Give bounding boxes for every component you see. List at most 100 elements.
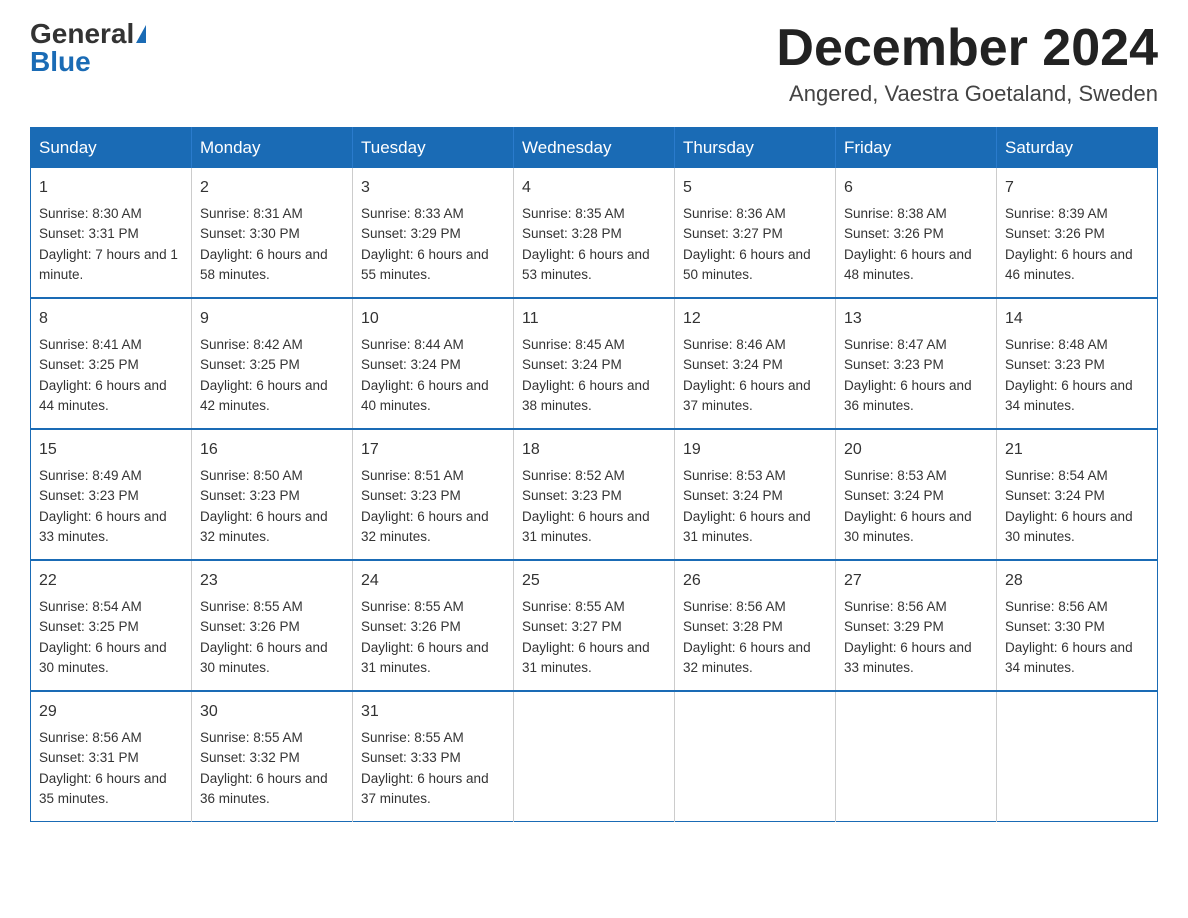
daylight-text: Daylight: 6 hours and 33 minutes. [844, 640, 972, 675]
sunset-text: Sunset: 3:28 PM [683, 619, 783, 634]
header-wednesday: Wednesday [514, 128, 675, 169]
sunset-text: Sunset: 3:23 PM [1005, 357, 1105, 372]
daylight-text: Daylight: 6 hours and 31 minutes. [522, 640, 650, 675]
title-block: December 2024 Angered, Vaestra Goetaland… [776, 20, 1158, 107]
sunset-text: Sunset: 3:26 PM [361, 619, 461, 634]
sunset-text: Sunset: 3:24 PM [361, 357, 461, 372]
sunset-text: Sunset: 3:25 PM [200, 357, 300, 372]
sunrise-text: Sunrise: 8:31 AM [200, 206, 303, 221]
week-row-5: 29 Sunrise: 8:56 AM Sunset: 3:31 PM Dayl… [31, 691, 1158, 822]
sunset-text: Sunset: 3:26 PM [1005, 226, 1105, 241]
daylight-text: Daylight: 6 hours and 38 minutes. [522, 378, 650, 413]
day-number: 7 [1005, 176, 1149, 200]
day-number: 13 [844, 307, 988, 331]
weekday-header-row: Sunday Monday Tuesday Wednesday Thursday… [31, 128, 1158, 169]
sunset-text: Sunset: 3:28 PM [522, 226, 622, 241]
day-number: 2 [200, 176, 344, 200]
daylight-text: Daylight: 6 hours and 35 minutes. [39, 771, 167, 806]
week-row-3: 15 Sunrise: 8:49 AM Sunset: 3:23 PM Dayl… [31, 429, 1158, 560]
day-number: 3 [361, 176, 505, 200]
day-number: 14 [1005, 307, 1149, 331]
daylight-text: Daylight: 6 hours and 31 minutes. [683, 509, 811, 544]
calendar-cell [675, 691, 836, 822]
daylight-text: Daylight: 6 hours and 32 minutes. [200, 509, 328, 544]
daylight-text: Daylight: 6 hours and 44 minutes. [39, 378, 167, 413]
daylight-text: Daylight: 6 hours and 37 minutes. [361, 771, 489, 806]
daylight-text: Daylight: 6 hours and 34 minutes. [1005, 640, 1133, 675]
daylight-text: Daylight: 6 hours and 53 minutes. [522, 247, 650, 282]
calendar-table: Sunday Monday Tuesday Wednesday Thursday… [30, 127, 1158, 822]
daylight-text: Daylight: 6 hours and 31 minutes. [361, 640, 489, 675]
day-number: 9 [200, 307, 344, 331]
sunrise-text: Sunrise: 8:54 AM [39, 599, 142, 614]
daylight-text: Daylight: 6 hours and 50 minutes. [683, 247, 811, 282]
sunset-text: Sunset: 3:23 PM [522, 488, 622, 503]
day-number: 6 [844, 176, 988, 200]
header-tuesday: Tuesday [353, 128, 514, 169]
calendar-cell: 4 Sunrise: 8:35 AM Sunset: 3:28 PM Dayli… [514, 168, 675, 298]
calendar-cell: 14 Sunrise: 8:48 AM Sunset: 3:23 PM Dayl… [997, 298, 1158, 429]
sunrise-text: Sunrise: 8:53 AM [683, 468, 786, 483]
sunset-text: Sunset: 3:29 PM [844, 619, 944, 634]
sunrise-text: Sunrise: 8:49 AM [39, 468, 142, 483]
sunrise-text: Sunrise: 8:51 AM [361, 468, 464, 483]
sunset-text: Sunset: 3:23 PM [200, 488, 300, 503]
daylight-text: Daylight: 6 hours and 30 minutes. [844, 509, 972, 544]
day-number: 20 [844, 438, 988, 462]
day-number: 28 [1005, 569, 1149, 593]
daylight-text: Daylight: 6 hours and 58 minutes. [200, 247, 328, 282]
day-number: 11 [522, 307, 666, 331]
sunrise-text: Sunrise: 8:48 AM [1005, 337, 1108, 352]
daylight-text: Daylight: 6 hours and 32 minutes. [361, 509, 489, 544]
daylight-text: Daylight: 6 hours and 30 minutes. [1005, 509, 1133, 544]
sunset-text: Sunset: 3:30 PM [1005, 619, 1105, 634]
week-row-1: 1 Sunrise: 8:30 AM Sunset: 3:31 PM Dayli… [31, 168, 1158, 298]
calendar-cell [514, 691, 675, 822]
calendar-cell: 2 Sunrise: 8:31 AM Sunset: 3:30 PM Dayli… [192, 168, 353, 298]
day-number: 18 [522, 438, 666, 462]
calendar-cell: 3 Sunrise: 8:33 AM Sunset: 3:29 PM Dayli… [353, 168, 514, 298]
calendar-cell: 18 Sunrise: 8:52 AM Sunset: 3:23 PM Dayl… [514, 429, 675, 560]
day-number: 17 [361, 438, 505, 462]
sunset-text: Sunset: 3:31 PM [39, 750, 139, 765]
calendar-cell: 19 Sunrise: 8:53 AM Sunset: 3:24 PM Dayl… [675, 429, 836, 560]
calendar-cell: 22 Sunrise: 8:54 AM Sunset: 3:25 PM Dayl… [31, 560, 192, 691]
calendar-cell: 12 Sunrise: 8:46 AM Sunset: 3:24 PM Dayl… [675, 298, 836, 429]
logo-general-text: General [30, 20, 134, 48]
header-thursday: Thursday [675, 128, 836, 169]
sunrise-text: Sunrise: 8:45 AM [522, 337, 625, 352]
sunrise-text: Sunrise: 8:55 AM [200, 599, 303, 614]
sunrise-text: Sunrise: 8:33 AM [361, 206, 464, 221]
calendar-cell: 25 Sunrise: 8:55 AM Sunset: 3:27 PM Dayl… [514, 560, 675, 691]
calendar-cell: 27 Sunrise: 8:56 AM Sunset: 3:29 PM Dayl… [836, 560, 997, 691]
sunset-text: Sunset: 3:23 PM [844, 357, 944, 372]
calendar-cell: 31 Sunrise: 8:55 AM Sunset: 3:33 PM Dayl… [353, 691, 514, 822]
sunset-text: Sunset: 3:24 PM [844, 488, 944, 503]
calendar-cell: 23 Sunrise: 8:55 AM Sunset: 3:26 PM Dayl… [192, 560, 353, 691]
day-number: 12 [683, 307, 827, 331]
header-monday: Monday [192, 128, 353, 169]
week-row-2: 8 Sunrise: 8:41 AM Sunset: 3:25 PM Dayli… [31, 298, 1158, 429]
calendar-cell: 17 Sunrise: 8:51 AM Sunset: 3:23 PM Dayl… [353, 429, 514, 560]
sunset-text: Sunset: 3:23 PM [39, 488, 139, 503]
calendar-cell: 9 Sunrise: 8:42 AM Sunset: 3:25 PM Dayli… [192, 298, 353, 429]
sunset-text: Sunset: 3:30 PM [200, 226, 300, 241]
calendar-cell: 13 Sunrise: 8:47 AM Sunset: 3:23 PM Dayl… [836, 298, 997, 429]
calendar-cell: 5 Sunrise: 8:36 AM Sunset: 3:27 PM Dayli… [675, 168, 836, 298]
sunrise-text: Sunrise: 8:56 AM [683, 599, 786, 614]
sunset-text: Sunset: 3:23 PM [361, 488, 461, 503]
day-number: 4 [522, 176, 666, 200]
calendar-cell: 8 Sunrise: 8:41 AM Sunset: 3:25 PM Dayli… [31, 298, 192, 429]
sunrise-text: Sunrise: 8:47 AM [844, 337, 947, 352]
day-number: 8 [39, 307, 183, 331]
sunset-text: Sunset: 3:27 PM [683, 226, 783, 241]
sunrise-text: Sunrise: 8:38 AM [844, 206, 947, 221]
sunset-text: Sunset: 3:26 PM [844, 226, 944, 241]
calendar-cell: 28 Sunrise: 8:56 AM Sunset: 3:30 PM Dayl… [997, 560, 1158, 691]
calendar-cell: 10 Sunrise: 8:44 AM Sunset: 3:24 PM Dayl… [353, 298, 514, 429]
daylight-text: Daylight: 7 hours and 1 minute. [39, 247, 178, 282]
day-number: 23 [200, 569, 344, 593]
sunrise-text: Sunrise: 8:35 AM [522, 206, 625, 221]
daylight-text: Daylight: 6 hours and 34 minutes. [1005, 378, 1133, 413]
daylight-text: Daylight: 6 hours and 46 minutes. [1005, 247, 1133, 282]
